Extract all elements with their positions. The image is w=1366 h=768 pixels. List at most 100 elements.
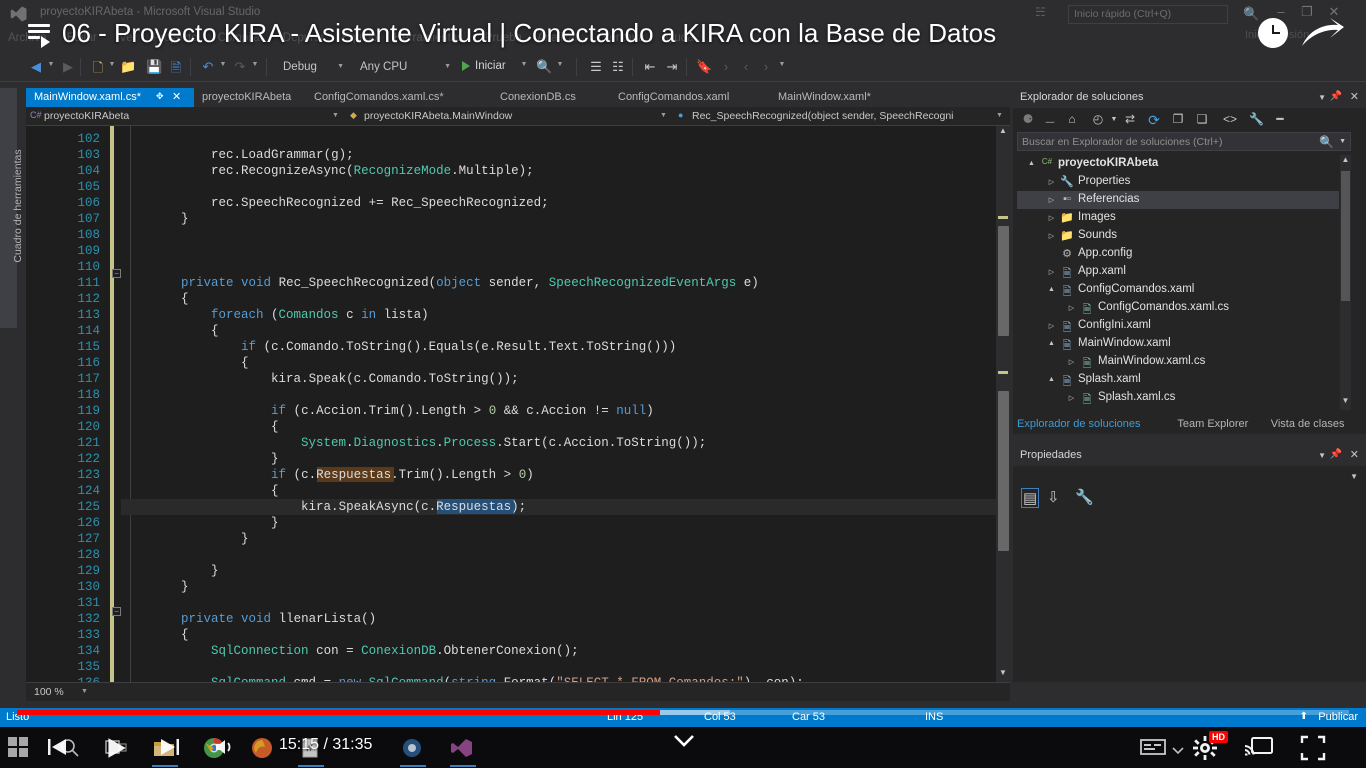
back-dropdown-icon[interactable]: ▼ xyxy=(47,61,55,68)
preview-icon[interactable]: ━ xyxy=(1273,112,1287,126)
code-line[interactable]: foreach (Comandos c in lista) xyxy=(121,308,429,322)
media-icon[interactable] xyxy=(400,736,426,760)
volume-icon[interactable] xyxy=(212,735,236,759)
navbar-dropdown-1[interactable]: ◆ proyectoKIRAbeta.MainWindow ▼ xyxy=(346,107,674,126)
code-line[interactable]: kira.Speak(c.Comando.ToString()); xyxy=(121,372,519,386)
collapsed-arrow-icon[interactable]: ▷ xyxy=(1047,322,1056,330)
back-icon[interactable]: ⚈ xyxy=(1021,112,1035,126)
attach-dropdown-icon[interactable]: ▼ xyxy=(556,61,564,68)
chevron-down-icon[interactable]: ▼ xyxy=(1107,116,1121,123)
scrollbar-thumb[interactable] xyxy=(998,226,1009,336)
solution-tree-item[interactable]: ▲ 🗎 Splash.xaml xyxy=(1017,371,1339,389)
new-project-icon[interactable]: 🗋 xyxy=(90,59,106,81)
code-line[interactable]: SqlConnection con = ConexionDB.ObtenerCo… xyxy=(121,644,579,658)
quality-caret-icon[interactable] xyxy=(1172,745,1184,757)
collapsed-arrow-icon[interactable]: ▷ xyxy=(1047,196,1056,204)
solution-tree-item[interactable]: ▷ 📁 Images xyxy=(1017,209,1339,227)
code-line[interactable]: if (c.Accion.Trim().Length > 0 && c.Acci… xyxy=(121,404,654,418)
editor-vertical-scrollbar[interactable]: ▲ ▼ xyxy=(996,126,1010,682)
code-line[interactable]: private void llenarLista() xyxy=(121,612,376,626)
home-icon[interactable]: ⌂ xyxy=(1065,112,1079,126)
scrollbar-thumb[interactable] xyxy=(1341,171,1350,301)
document-tab[interactable]: MainWindow.xaml.cs* ✥ ✕ xyxy=(26,88,194,107)
view-code-icon[interactable]: <> xyxy=(1223,112,1237,126)
undo-icon[interactable]: ↶ xyxy=(200,59,216,75)
code-editor[interactable]: 102 103 104 105 106 107 108 109 110 111 112 113 114 1… xyxy=(26,126,1010,682)
play-icon[interactable] xyxy=(103,735,129,761)
code-line[interactable]: } xyxy=(121,564,219,578)
fullscreen-icon[interactable] xyxy=(1300,735,1326,761)
scroll-down-icon[interactable]: ▼ xyxy=(997,668,1009,682)
watch-later-clock-icon[interactable] xyxy=(1258,18,1288,48)
pin-icon[interactable]: 📌 xyxy=(1330,449,1342,460)
collapsed-arrow-icon[interactable]: ▷ xyxy=(1047,178,1056,186)
properties-wrench-icon[interactable]: 🔧 xyxy=(1075,488,1094,506)
navbar-dropdown-2[interactable]: ● Rec_SpeechRecognized(object sender, Spe… xyxy=(674,107,1010,126)
collapsed-arrow-icon[interactable]: ▷ xyxy=(1047,268,1056,276)
solution-platform-combo[interactable]: Any CPU ▼ xyxy=(355,57,455,77)
panel-tab[interactable]: Vista de clases xyxy=(1271,418,1345,430)
share-arrow-icon[interactable] xyxy=(1300,16,1346,50)
solution-tree[interactable]: ▲ ▼ ▲ C# proyectoKIRAbeta ▷ 🔧 Properties ▷ ▪▫ Re… xyxy=(1017,155,1351,410)
expanded-arrow-icon[interactable]: ▲ xyxy=(1027,160,1036,167)
start-button[interactable] xyxy=(8,737,29,758)
scroll-up-icon[interactable]: ▲ xyxy=(1340,155,1351,169)
solution-tree-item[interactable]: ▷ 🗎 ConfigComandos.xaml.cs xyxy=(1017,299,1339,317)
video-progress-bar[interactable] xyxy=(17,710,1349,715)
collapsed-arrow-icon[interactable]: ▷ xyxy=(1067,358,1076,366)
code-line[interactable]: } xyxy=(121,580,189,594)
document-tab[interactable]: ConfigComandos.xaml xyxy=(610,88,770,107)
collapse-region-icon[interactable]: − xyxy=(112,607,121,616)
search-icon[interactable]: 🔍 xyxy=(1243,6,1259,22)
visual-studio-icon[interactable] xyxy=(450,736,476,760)
chevron-down-icon[interactable] xyxy=(672,733,696,749)
navbar-dropdown-0[interactable]: C# proyectoKIRAbeta ▼ xyxy=(26,107,346,126)
close-icon[interactable]: ✕ xyxy=(1350,448,1359,461)
code-line[interactable]: if (c.Comando.ToString().Equals(e.Result… xyxy=(121,340,676,354)
open-file-icon[interactable]: 📁 xyxy=(120,59,136,75)
start-dropdown-icon[interactable]: ▼ xyxy=(520,61,528,68)
subtitles-icon[interactable] xyxy=(1139,735,1167,759)
collapsed-arrow-icon[interactable]: ▷ xyxy=(1047,214,1056,222)
search-icon[interactable]: 🔍 xyxy=(1319,135,1334,149)
panel-tab[interactable]: Team Explorer xyxy=(1177,418,1248,430)
code-line[interactable]: } xyxy=(121,532,249,546)
document-tab[interactable]: MainWindow.xaml* xyxy=(770,88,914,107)
code-line[interactable]: { xyxy=(121,324,219,338)
solution-tree-item[interactable]: ▷ 🗎 MainWindow.xaml.cs xyxy=(1017,353,1339,371)
solution-tree-item[interactable]: ⚙ App.config xyxy=(1017,245,1339,263)
uncomment-selection-icon[interactable]: ☷ xyxy=(610,59,626,75)
save-all-icon[interactable]: 🗎 xyxy=(168,59,184,81)
code-line[interactable]: { xyxy=(121,356,249,370)
undo-dropdown-icon[interactable]: ▼ xyxy=(219,61,227,68)
new-dropdown-icon[interactable]: ▼ xyxy=(108,61,116,68)
scrollbar-thumb[interactable] xyxy=(998,391,1009,551)
code-line[interactable]: { xyxy=(121,420,279,434)
decrease-indent-icon[interactable]: ⇤ xyxy=(642,59,658,75)
editor-zoom-value[interactable]: 100 % xyxy=(34,686,64,698)
chevron-down-icon[interactable]: ▼ xyxy=(81,688,88,695)
document-tab[interactable]: proyectoKIRAbeta xyxy=(194,88,306,107)
categorized-icon[interactable]: ▤ xyxy=(1021,488,1040,508)
previous-track-icon[interactable] xyxy=(45,735,69,759)
solution-tree-item[interactable]: ▷ 🗎 Splash.xaml.cs xyxy=(1017,389,1339,407)
document-tab[interactable]: ConfigComandos.xaml.cs* xyxy=(306,88,492,107)
code-line[interactable]: rec.SpeechRecognized += Rec_SpeechRecogn… xyxy=(121,196,549,210)
forward-icon[interactable]: ⚊ xyxy=(1043,112,1057,126)
properties-wrench-icon[interactable]: 🔧 xyxy=(1249,112,1264,126)
code-line[interactable]: rec.LoadGrammar(g); xyxy=(121,148,354,162)
scroll-up-icon[interactable]: ▲ xyxy=(997,126,1009,140)
refresh-icon[interactable]: ⟳ xyxy=(1147,112,1161,129)
pin-tab-icon[interactable]: ✥ xyxy=(156,91,164,102)
sync-icon[interactable]: ⇄ xyxy=(1123,112,1137,126)
solution-tree-item[interactable]: ▷ 🔧 Properties xyxy=(1017,173,1339,191)
solution-tree-item[interactable]: ▲ 🗎 MainWindow.xaml xyxy=(1017,335,1339,353)
solution-tree-item[interactable]: ▷ ▪▫ Referencias xyxy=(1017,191,1339,209)
chevron-down-icon[interactable]: ▼ xyxy=(660,112,667,119)
collapse-region-icon[interactable]: − xyxy=(112,269,121,278)
chevron-down-icon[interactable]: ▼ xyxy=(1318,93,1326,102)
solution-tree-item[interactable]: ▲ 🗎 ConfigComandos.xaml xyxy=(1017,281,1339,299)
toolbox-vertical-tab[interactable]: Cuadro de herramientas xyxy=(0,88,24,328)
send-feedback-icon[interactable]: ☵ xyxy=(1035,5,1046,19)
increase-indent-icon[interactable]: ⇥ xyxy=(664,59,680,75)
